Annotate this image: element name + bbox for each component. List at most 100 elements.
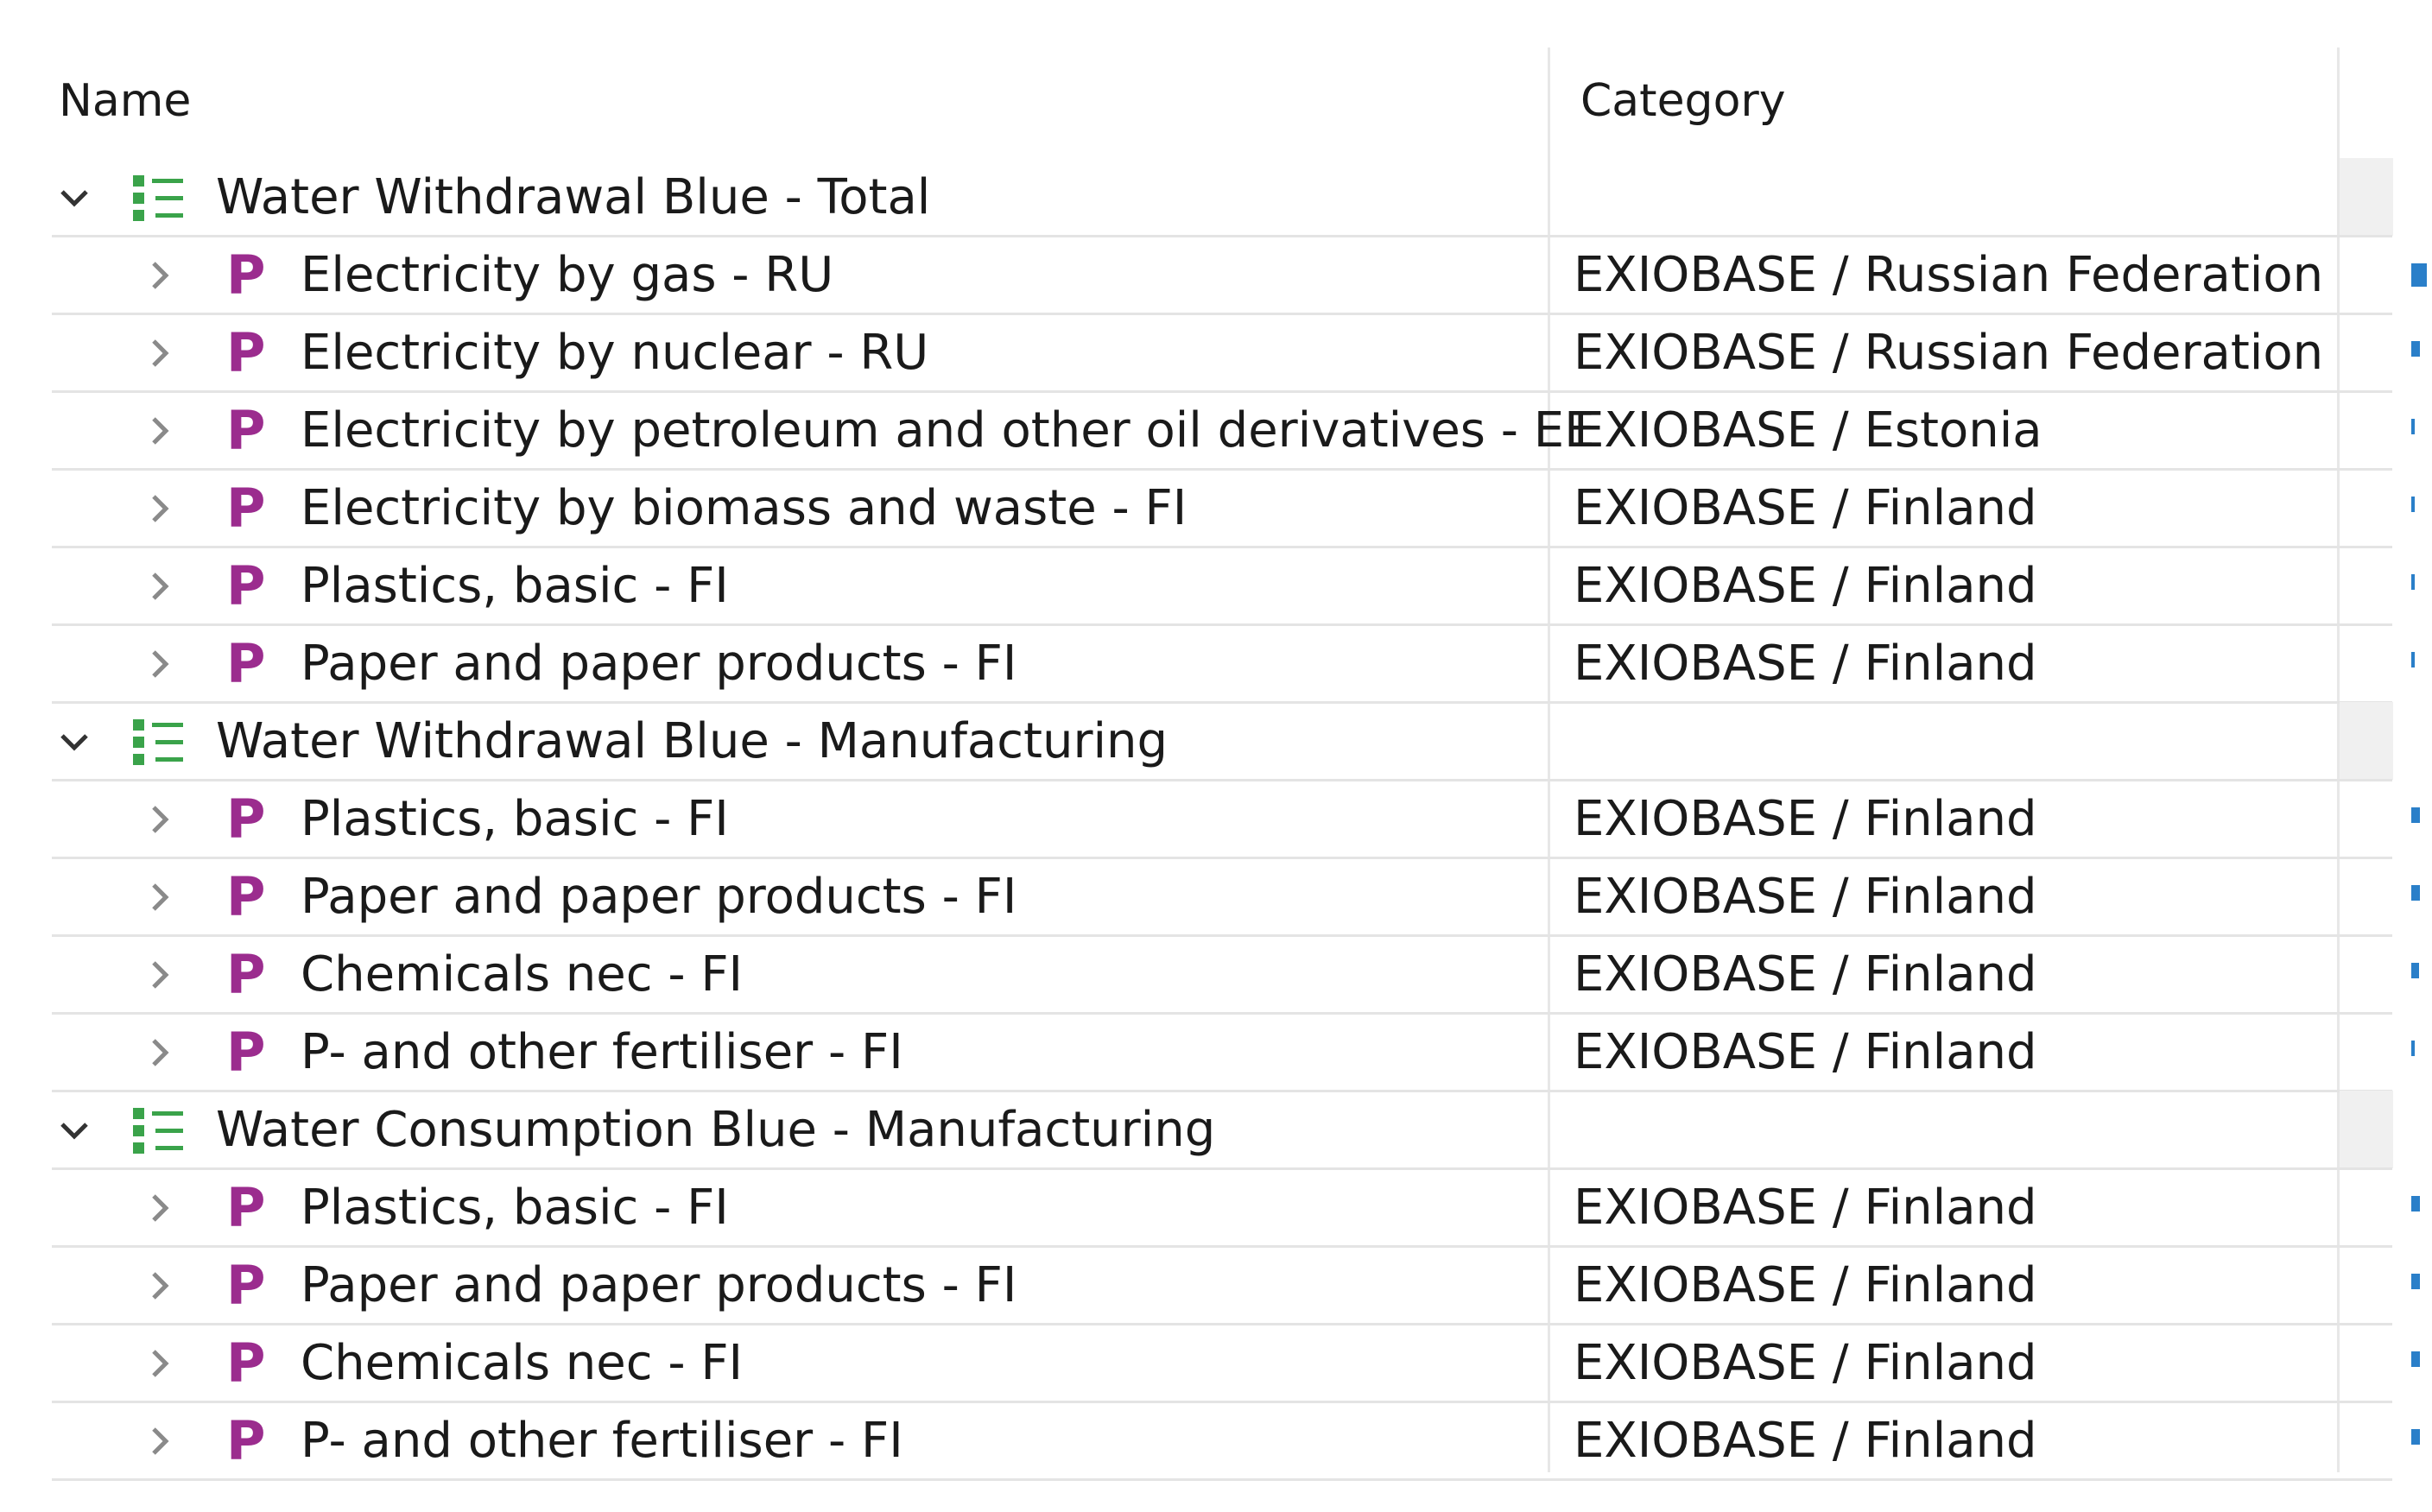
process-category: EXIOBASE / Finland [1574, 1180, 2037, 1236]
chevron-right-icon[interactable] [138, 1187, 180, 1229]
process-name: Electricity by gas - RU [301, 247, 834, 303]
contribution-bar [2411, 263, 2427, 287]
tree-item-row[interactable]: P Chemicals nec - FI EXIOBASE / Finland [52, 937, 2419, 1015]
process-name: P- and other fertiliser - FI [301, 1024, 903, 1080]
chevron-right-icon[interactable] [138, 1420, 180, 1462]
contribution-bar [2411, 1274, 2420, 1289]
process-category: EXIOBASE / Finland [1574, 1335, 2037, 1391]
process-icon: P [226, 943, 266, 1006]
tree-item-row[interactable]: P Chemicals nec - FI EXIOBASE / Finland [52, 1325, 2420, 1403]
tree-group-row[interactable]: Water Consumption Blue - Manufacturing [52, 1092, 2392, 1170]
group-label: Water Consumption Blue - Manufacturing [216, 1102, 1216, 1158]
chevron-down-icon[interactable] [54, 721, 95, 762]
process-name: Electricity by petroleum and other oil d… [301, 402, 1595, 459]
chevron-right-icon[interactable] [138, 643, 180, 685]
contribution-bar [2411, 341, 2420, 357]
list-icon [130, 716, 187, 768]
tree-item-row[interactable]: P Plastics, basic - FI EXIOBASE / Finland [52, 781, 2420, 859]
chevron-right-icon[interactable] [138, 1032, 180, 1073]
process-name: Chemicals nec - FI [301, 946, 744, 1003]
column-header-name[interactable]: Name [59, 75, 191, 127]
process-name: Paper and paper products - FI [301, 869, 1017, 925]
process-name: Paper and paper products - FI [301, 1257, 1017, 1313]
chevron-right-icon[interactable] [138, 954, 180, 996]
process-category: EXIOBASE / Estonia [1574, 402, 2042, 459]
contribution-bar [2411, 652, 2415, 667]
process-icon: P [226, 554, 266, 617]
process-category: EXIOBASE / Finland [1574, 480, 2037, 536]
column-header-category[interactable]: Category [1580, 75, 1786, 127]
contribution-bar [2411, 497, 2415, 512]
list-icon [130, 172, 187, 224]
chevron-right-icon[interactable] [138, 332, 180, 374]
chevron-right-icon[interactable] [138, 876, 180, 918]
process-category: EXIOBASE / Russian Federation [1574, 325, 2324, 381]
tree-item-row[interactable]: P Electricity by nuclear - RU EXIOBASE / R… [52, 315, 2420, 393]
process-category: EXIOBASE / Finland [1574, 946, 2037, 1003]
tree-item-row[interactable]: P Plastics, basic - FI EXIOBASE / Finland [52, 548, 2415, 626]
tree-item-row[interactable]: P P- and other fertiliser - FI EXIOBASE / … [52, 1015, 2415, 1092]
contribution-bar [2411, 885, 2420, 901]
process-icon: P [226, 1332, 266, 1395]
process-icon: P [226, 1176, 266, 1239]
process-icon: P [226, 399, 266, 462]
tree-item-row[interactable]: P Electricity by petroleum and other oil … [52, 393, 2415, 471]
process-name: Paper and paper products - FI [301, 636, 1017, 692]
process-name: Plastics, basic - FI [301, 1180, 729, 1236]
process-name: Plastics, basic - FI [301, 558, 729, 614]
contribution-bar [2411, 419, 2415, 434]
chevron-down-icon[interactable] [54, 1110, 95, 1151]
process-category: EXIOBASE / Finland [1574, 558, 2037, 614]
tree-item-row[interactable]: P Paper and paper products - FI EXIOBASE /… [52, 626, 2415, 704]
contribution-bar [2411, 963, 2419, 978]
contribution-bar [2411, 807, 2420, 823]
process-name: Electricity by nuclear - RU [301, 325, 929, 381]
process-icon: P [226, 321, 266, 384]
process-icon: P [226, 865, 266, 928]
process-icon: P [226, 1409, 266, 1472]
contribution-bar [2411, 1429, 2420, 1445]
process-icon: P [226, 477, 266, 540]
tree-item-row[interactable]: P Electricity by gas - RU EXIOBASE / Russi… [52, 237, 2427, 315]
tree-item-row[interactable]: P Electricity by biomass and waste - FI EX… [52, 471, 2415, 548]
process-category: EXIOBASE / Finland [1574, 1257, 2037, 1313]
chevron-right-icon[interactable] [138, 1343, 180, 1384]
contribution-bar [2411, 574, 2415, 590]
tree-item-row[interactable]: P Paper and paper products - FI EXIOBASE /… [52, 1248, 2420, 1325]
process-category: EXIOBASE / Finland [1574, 1024, 2037, 1080]
chevron-right-icon[interactable] [138, 255, 180, 296]
tree-group-row[interactable]: Water Withdrawal Blue - Total [52, 160, 2392, 237]
tree-group-row[interactable]: Water Withdrawal Blue - Manufacturing [52, 704, 2392, 781]
process-category: EXIOBASE / Finland [1574, 869, 2037, 925]
process-name: Plastics, basic - FI [301, 791, 729, 847]
chevron-right-icon[interactable] [138, 566, 180, 607]
chevron-right-icon[interactable] [138, 488, 180, 529]
process-icon: P [226, 788, 266, 851]
process-icon: P [226, 632, 266, 695]
chevron-right-icon[interactable] [138, 1265, 180, 1306]
chevron-right-icon[interactable] [138, 799, 180, 840]
process-icon: P [226, 244, 266, 307]
contribution-tree-table: Name Category Water Withdrawal Blue - To… [0, 0, 2432, 1512]
process-name: P- and other fertiliser - FI [301, 1413, 903, 1469]
process-icon: P [226, 1021, 266, 1084]
tree-item-row[interactable]: P P- and other fertiliser - FI EXIOBASE / … [52, 1403, 2420, 1481]
list-icon [130, 1104, 187, 1156]
group-label: Water Withdrawal Blue - Manufacturing [216, 713, 1168, 769]
process-category: EXIOBASE / Finland [1574, 1413, 2037, 1469]
tree-item-row[interactable]: P Paper and paper products - FI EXIOBASE /… [52, 859, 2420, 937]
tree-item-row[interactable]: P Plastics, basic - FI EXIOBASE / Finland [52, 1170, 2420, 1248]
table-header: Name Category [52, 47, 2392, 151]
group-label: Water Withdrawal Blue - Total [216, 169, 931, 225]
chevron-right-icon[interactable] [138, 410, 180, 452]
process-name: Electricity by biomass and waste - FI [301, 480, 1188, 536]
process-icon: P [226, 1254, 266, 1317]
process-category: EXIOBASE / Finland [1574, 636, 2037, 692]
contribution-bar [2411, 1351, 2420, 1367]
contribution-bar [2411, 1196, 2420, 1211]
contribution-bar [2411, 1041, 2415, 1056]
process-name: Chemicals nec - FI [301, 1335, 744, 1391]
chevron-down-icon[interactable] [54, 177, 95, 218]
process-category: EXIOBASE / Finland [1574, 791, 2037, 847]
process-category: EXIOBASE / Russian Federation [1574, 247, 2324, 303]
